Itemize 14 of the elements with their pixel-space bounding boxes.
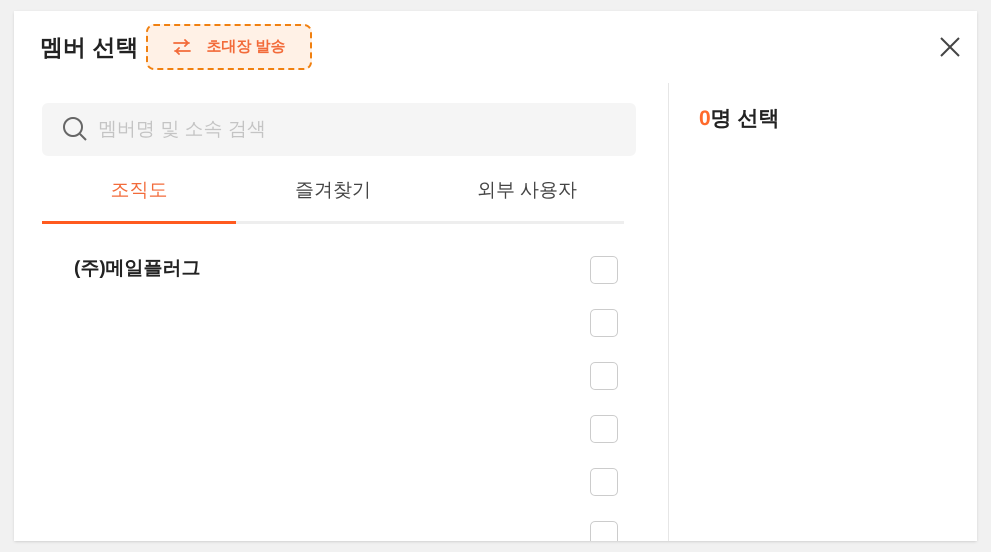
tab[interactable]: 즐겨찾기 — [236, 162, 430, 224]
checkbox[interactable] — [590, 362, 618, 390]
org-name: (주)메일플러그 — [74, 257, 202, 282]
checkbox[interactable] — [590, 256, 618, 284]
dialog-title: 멤버 선택 — [40, 32, 138, 62]
checkbox[interactable] — [590, 468, 618, 496]
selected-count: 0 — [699, 106, 711, 132]
swap-icon — [172, 39, 192, 55]
checkbox[interactable] — [590, 520, 618, 541]
selected-label: 명 선택 — [710, 106, 780, 132]
checkbox[interactable] — [590, 308, 618, 336]
search-icon — [62, 116, 88, 142]
tab[interactable]: 외부 사용자 — [430, 162, 624, 224]
checkbox[interactable] — [590, 414, 618, 442]
